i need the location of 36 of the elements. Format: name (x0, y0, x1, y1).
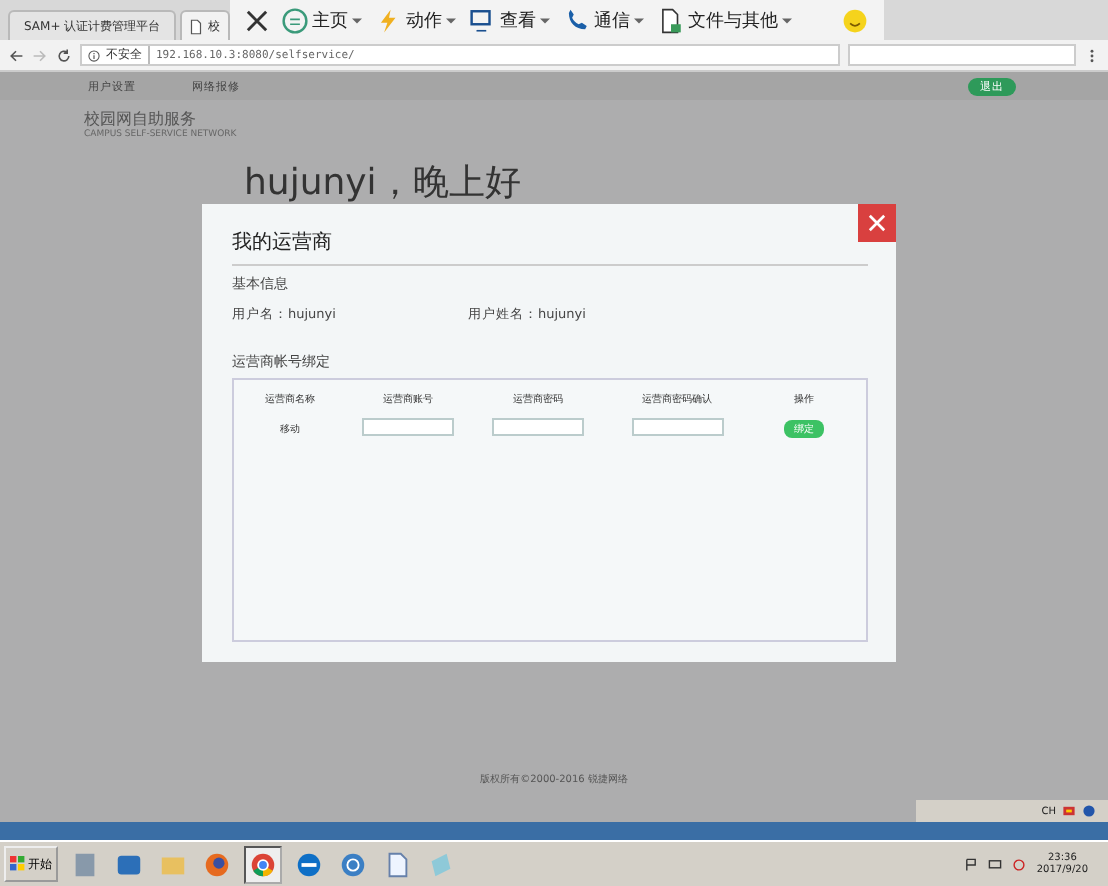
chrome-icon[interactable] (244, 845, 282, 883)
account-field[interactable] (362, 418, 454, 436)
caret-icon (540, 15, 550, 25)
monitor-icon (470, 7, 496, 33)
caret-icon (782, 15, 792, 25)
close-icon[interactable] (246, 9, 268, 31)
toolbar-button[interactable]: 查看 (470, 7, 550, 33)
toolbar-button[interactable]: 通信 (564, 7, 644, 33)
confirm-password-field[interactable] (631, 418, 723, 436)
smiley-icon[interactable] (842, 7, 868, 33)
keyboard-icon[interactable] (1062, 804, 1076, 818)
caret-icon (634, 15, 644, 25)
search-field[interactable] (848, 44, 1076, 66)
password-field[interactable] (492, 418, 584, 436)
page-icon (190, 17, 202, 35)
toolbar-button[interactable]: 动作 (376, 7, 456, 33)
close-button[interactable] (858, 204, 896, 242)
info-icon[interactable] (88, 49, 100, 61)
site-title: 校园网自助服务 (84, 108, 198, 129)
reload-icon[interactable] (56, 47, 72, 63)
toolbar-button[interactable]: 文件与其他 (658, 7, 792, 33)
dialog-title: 我的运营商 (232, 229, 334, 256)
home-icon (282, 7, 308, 33)
volume-icon[interactable] (1012, 857, 1027, 871)
help-icon[interactable] (1082, 804, 1096, 818)
caret-icon (352, 15, 362, 25)
windows-logo-icon (10, 856, 26, 872)
network-icon[interactable] (988, 857, 1003, 871)
back-icon[interactable] (8, 47, 24, 63)
close-icon (868, 214, 886, 232)
caret-icon (446, 15, 456, 25)
file-icon (658, 7, 684, 33)
greeting: hujunyi，晚上好 (244, 164, 523, 204)
flag-icon[interactable] (964, 857, 979, 871)
toolbar-button[interactable]: 主页 (282, 7, 362, 33)
phone-icon (564, 7, 590, 33)
